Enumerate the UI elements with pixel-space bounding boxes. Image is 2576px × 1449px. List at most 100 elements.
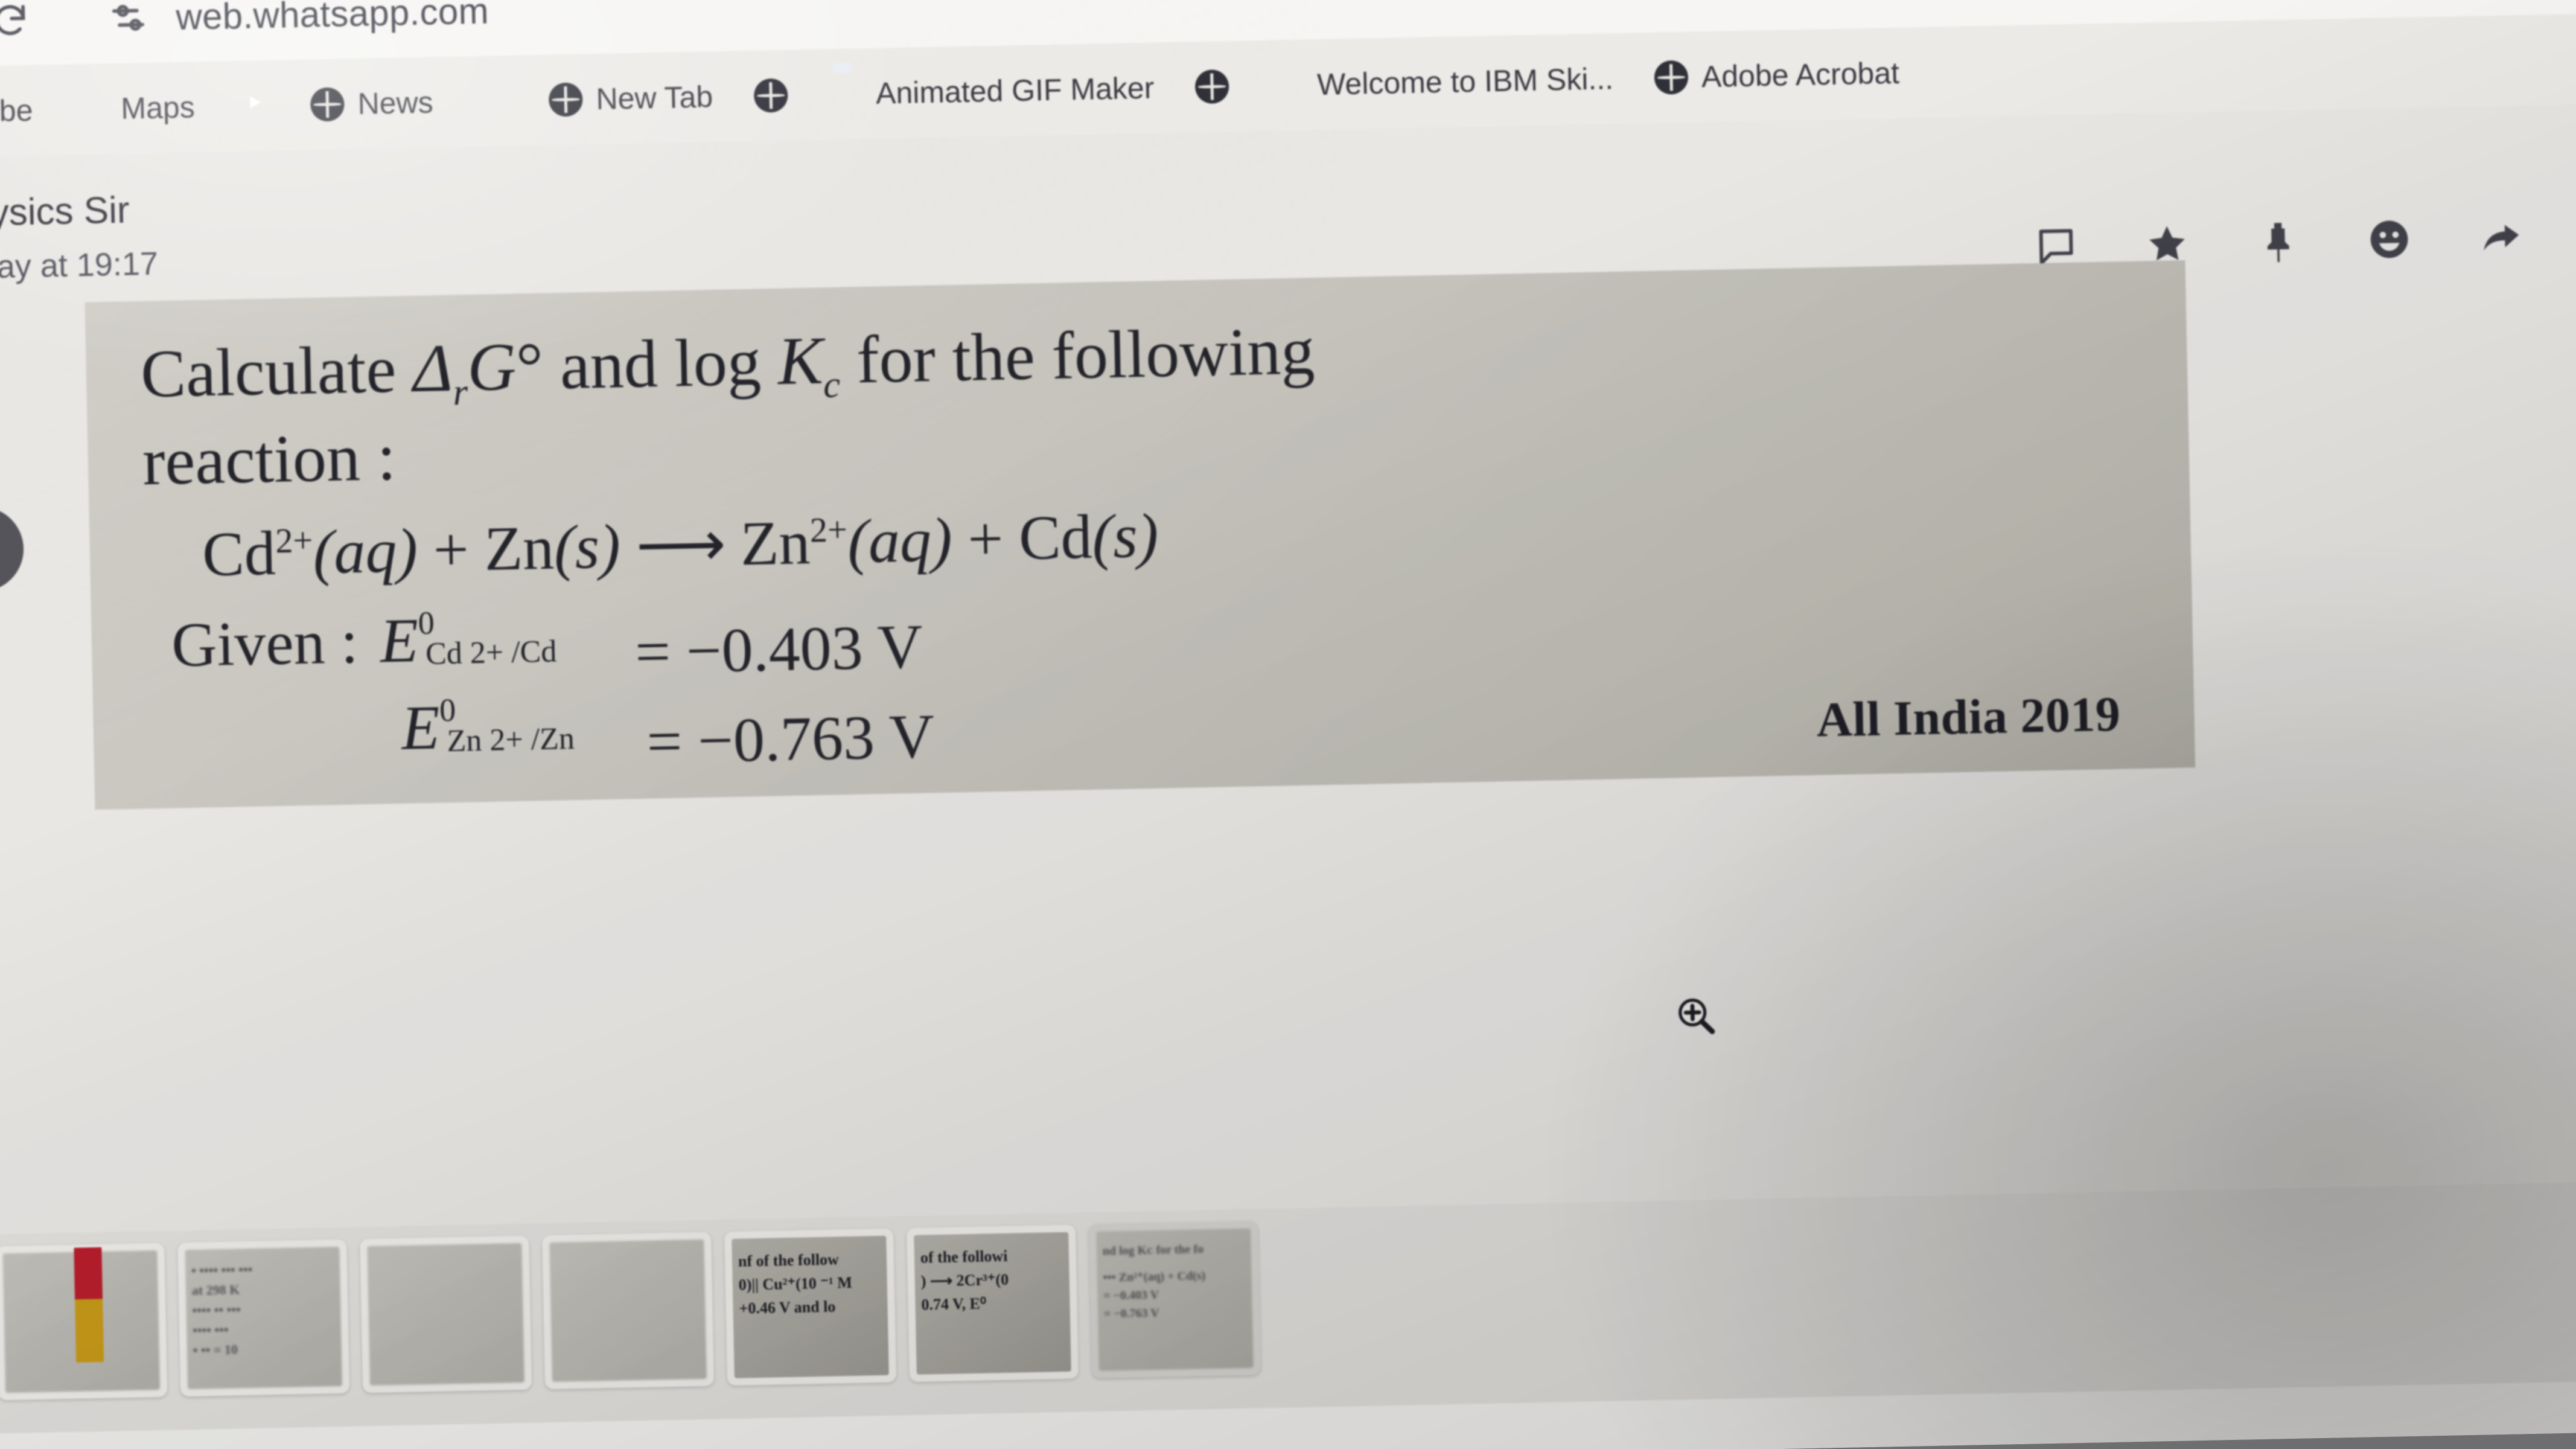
bookmark-adobe-acrobat[interactable]: Adobe Acrobat: [1633, 55, 1920, 96]
potential-value-zn: = −0.763 V: [646, 702, 936, 777]
bookmark-animated-gif-maker[interactable]: Animated GIF Maker: [808, 70, 1175, 112]
thumbnail-text-line: 0)|| Cu²⁺(10 ⁻¹ M: [738, 1273, 853, 1294]
thumbnail-2[interactable]: • •••• ••• ••• at 298 K •••• •• ••• ••••…: [177, 1239, 350, 1397]
thumbnail-text-line: nd log Kᴄ for the fo: [1102, 1243, 1204, 1258]
thumbnail-preview: [367, 1243, 524, 1386]
bookmark-news[interactable]: News: [290, 85, 454, 123]
potential-superscript: 0: [418, 604, 435, 641]
maps-pin-icon: [74, 92, 108, 126]
thumbnail-text-line: of the followi: [920, 1247, 1008, 1267]
url-text[interactable]: web.whatsapp.com: [176, 0, 489, 37]
delta-symbol: Δ: [412, 330, 454, 407]
potential-value-cd: = −0.403 V: [634, 612, 923, 688]
youtube-icon: [235, 89, 270, 123]
reply-icon[interactable]: [2033, 223, 2079, 269]
reactant-2-species: Zn: [483, 513, 555, 584]
gmail-icon: [1270, 68, 1304, 102]
delta-subscript: r: [452, 370, 468, 414]
electrode-potential-term-cd: E 0 Cd 2+ /Cd: [380, 601, 567, 677]
product-1-species: Zn: [739, 508, 811, 579]
potential-subscript: Zn 2+ /Zn: [447, 721, 575, 759]
emoji-icon[interactable]: [2367, 217, 2412, 262]
plus-sign-2: +: [967, 504, 1004, 575]
message-timestamp: Today at 19:17: [0, 245, 159, 286]
pin-icon[interactable]: [2256, 219, 2301, 264]
thumbnail-preview: nd log Kᴄ for the fo ••• Zn²⁺(aq) + Cd(s…: [1096, 1228, 1254, 1371]
bookmark-youtube[interactable]: [215, 88, 290, 123]
potential-subscript: Cd 2+ /Cd: [425, 634, 557, 672]
thumbnail-text-line: 0.74 V, E⁰: [921, 1294, 987, 1314]
potential-superscript: 0: [439, 691, 456, 728]
bookmark-label: New Tab: [595, 80, 713, 117]
gibbs-symbol: G: [467, 329, 517, 406]
potential-symbol: E: [379, 606, 419, 676]
product-1-charge: 2+: [809, 510, 848, 550]
message-viewer: Physics Sir Today at 19:17 Calculate ΔrG…: [0, 103, 2576, 1304]
google-g-icon: [474, 84, 508, 118]
thumbnail-text-line: at 298 K: [191, 1282, 240, 1298]
globe-icon: [548, 82, 584, 117]
thumbnail-7-active[interactable]: nd log Kᴄ for the fo ••• Zn²⁺(aq) + Cd(s…: [1088, 1221, 1261, 1378]
bookmark-label: Maps: [120, 90, 196, 126]
thumbnail-5[interactable]: nf of the follow 0)|| Cu²⁺(10 ⁻¹ M +0.46…: [724, 1228, 897, 1386]
potential-symbol: E: [401, 693, 441, 763]
kc-subscript: c: [823, 363, 841, 406]
reload-icon[interactable]: [0, 0, 30, 40]
thumbnail-preview: of the followi ) ⟶ 2Cr³⁺(0 0.74 V, E⁰: [914, 1232, 1071, 1375]
thumbnail-text-line: • •••• ••• •••: [191, 1261, 253, 1278]
thumbnail-text-line: ••• Zn²⁺(aq) + Cd(s): [1103, 1269, 1206, 1285]
thumbnail-text-line: nf of the follow: [738, 1250, 840, 1270]
degree-symbol: °: [515, 328, 544, 405]
product-2-state: (s): [1091, 501, 1159, 572]
exam-source-label: All India 2019: [1816, 686, 2122, 747]
question-line1-prefix: Calculate: [140, 331, 414, 412]
thumbnail-1-color-stripe: [74, 1247, 104, 1363]
message-sender-name: Physics Sir: [0, 189, 130, 235]
bookmark-google[interactable]: [453, 83, 529, 118]
bookmark-label: uTube: [0, 93, 33, 129]
reactant-1-charge: 2+: [275, 520, 313, 561]
globe-icon: [310, 87, 345, 122]
forward-icon[interactable]: [2478, 214, 2523, 260]
thumbnail-text-line: +0.46 V and lo: [739, 1297, 836, 1317]
bookmark-globe-extra-2[interactable]: [1175, 69, 1250, 104]
gif-maker-icon: [829, 77, 863, 111]
bookmark-label: Adobe Acrobat: [1701, 56, 1900, 94]
globe-icon: [1654, 60, 1689, 95]
product-1-state: (aq): [847, 505, 953, 577]
bookmark-maps[interactable]: Maps: [53, 89, 215, 127]
thumbnail-4[interactable]: [542, 1232, 715, 1390]
question-line1-mid: and log: [542, 324, 779, 404]
thumbnail-text-line: •••• •••: [192, 1322, 229, 1338]
bookmark-welcome-to-ibm-skills[interactable]: Welcome to IBM Ski...: [1249, 61, 1634, 104]
bookmark-label: Welcome to IBM Ski...: [1316, 62, 1614, 102]
thumbnail-preview: nf of the follow 0)|| Cu²⁺(10 ⁻¹ M +0.46…: [732, 1235, 889, 1378]
thumbnail-preview: [549, 1239, 707, 1382]
bookmark-label: Animated GIF Maker: [875, 71, 1155, 110]
tune-icon[interactable]: [107, 0, 150, 39]
question-image[interactable]: Calculate ΔrG° and log Kc for the follow…: [84, 260, 2196, 810]
thumbnail-text-line: ) ⟶ 2Cr³⁺(0: [920, 1270, 1009, 1290]
thumbnail-text-line: = −0.763 V: [1103, 1306, 1159, 1321]
bookmark-label: News: [357, 85, 434, 121]
bookmark-youtube-cutoff[interactable]: uTube: [0, 92, 54, 130]
product-2-species: Cd: [1018, 502, 1093, 574]
reactant-1-state: (aq): [312, 516, 419, 587]
star-icon[interactable]: [2144, 221, 2190, 266]
message-action-bar[interactable]: [2033, 214, 2523, 269]
plus-sign-1: +: [432, 514, 470, 585]
thumbnail-3[interactable]: [360, 1235, 532, 1393]
given-label: Given :: [171, 607, 359, 680]
bookmark-globe-extra[interactable]: [733, 78, 809, 113]
bookmark-new-tab[interactable]: New Tab: [528, 78, 734, 118]
previous-media-button[interactable]: [0, 506, 25, 592]
equilibrium-constant-symbol: K: [777, 323, 824, 400]
thumbnail-text-line: = −0.403 V: [1103, 1288, 1159, 1303]
electrode-potential-term-zn: E 0 Zn 2+ /Zn: [401, 689, 584, 764]
globe-icon: [1194, 69, 1229, 104]
thumbnail-6[interactable]: of the followi ) ⟶ 2Cr³⁺(0 0.74 V, E⁰: [906, 1224, 1079, 1383]
reactant-1-species: Cd: [202, 519, 276, 590]
globe-icon: [753, 78, 788, 113]
thumbnail-preview: • •••• ••• ••• at 298 K •••• •• ••• ••••…: [185, 1246, 343, 1390]
zoom-in-magnifier-cursor: [1674, 994, 1717, 1037]
